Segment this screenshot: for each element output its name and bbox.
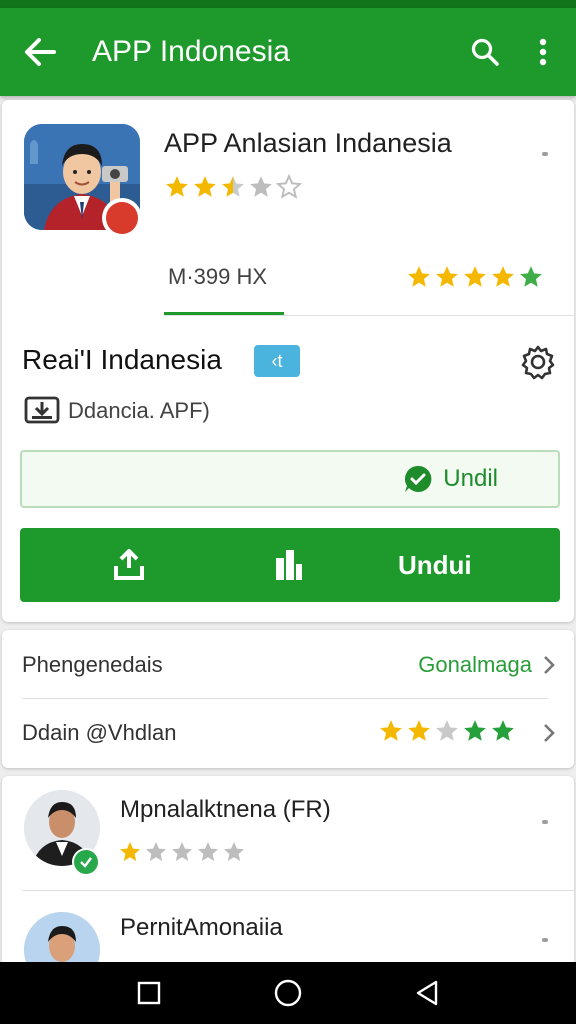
whatsapp-icon (405, 465, 432, 492)
search-button[interactable] (456, 8, 514, 96)
chevron-right-icon (544, 724, 555, 742)
app-card: APP Anlasian Indanesia M·399 HX ReaiʹI I… (2, 100, 574, 622)
chart-icon (276, 550, 302, 580)
star-icon (380, 720, 402, 741)
expand-indicator[interactable] (542, 820, 548, 824)
app-bar: APP Indonesia (0, 8, 576, 96)
download-box-icon (24, 396, 60, 429)
star-icon (464, 266, 486, 287)
star-icon (166, 176, 188, 197)
install-outline-label: Undil (443, 465, 498, 492)
info-row-developer[interactable]: Phengenedais Gonalmaga (2, 632, 574, 698)
version-rating-stars (406, 264, 544, 290)
square-recents-icon (138, 981, 161, 1005)
settings-button[interactable] (520, 344, 556, 385)
star-icon (492, 720, 514, 741)
star-icon (436, 266, 458, 287)
divider (22, 698, 548, 699)
status-bar (0, 0, 576, 8)
star-icon (194, 176, 216, 197)
expand-indicator[interactable] (542, 938, 548, 942)
home-button[interactable] (258, 968, 318, 1018)
settings-gear-icon (521, 345, 555, 380)
star-icon (464, 720, 486, 741)
star-icon (222, 176, 244, 197)
system-nav-bar (0, 962, 576, 1024)
info-row-rating[interactable]: Ddain @Vhdlan (2, 700, 574, 766)
app-rating-stars (164, 174, 302, 200)
row-rating-stars (378, 718, 516, 744)
reviewer-name: Mpnalalktnena (FR) (120, 796, 331, 823)
divider (164, 315, 574, 316)
star-icon (408, 266, 430, 287)
expand-indicator[interactable] (542, 152, 548, 156)
page-title: APP Indonesia (92, 35, 290, 68)
star-icon (520, 266, 542, 287)
star-icon (436, 720, 458, 741)
more-vert-icon (539, 38, 547, 66)
star-icon (120, 842, 140, 861)
nav-back-button[interactable] (397, 968, 457, 1018)
more-options-button[interactable] (514, 8, 572, 96)
row-label: Ddain @Vhdlan (22, 720, 177, 745)
star-icon (146, 842, 166, 861)
download-button[interactable]: Undui (20, 528, 560, 602)
star-icon (224, 842, 244, 861)
chevron-right-icon (544, 656, 555, 674)
star-icon (250, 176, 272, 197)
circle-home-icon (274, 979, 302, 1007)
size-label: Ddancia. APF) (68, 398, 210, 423)
star-icon (172, 842, 192, 861)
back-arrow-icon (25, 38, 56, 66)
row-value: Gonalmaga (418, 652, 532, 677)
avatar (24, 912, 100, 966)
star-icon (492, 266, 514, 287)
search-icon (471, 38, 499, 66)
reviewer-name: PernitAmonaiia (120, 914, 283, 941)
star-icon (198, 842, 218, 861)
star-icon (277, 175, 301, 198)
back-button[interactable] (0, 8, 80, 96)
triangle-back-icon (416, 980, 437, 1006)
verified-badge (72, 848, 100, 876)
section-pill: ‹t (254, 345, 300, 377)
section-title: ReaiʹI Indanesia (22, 344, 222, 375)
app-name: APP Anlasian Indanesia (164, 128, 452, 158)
row-label: Phengenedais (22, 652, 163, 677)
upload-icon (114, 549, 144, 580)
app-status-badge (102, 198, 142, 238)
divider (22, 890, 574, 891)
version-label: M·399 HX (168, 264, 268, 289)
recents-button[interactable] (119, 968, 179, 1018)
star-icon (408, 720, 430, 741)
info-card: Phengenedais Gonalmaga Ddain @Vhdlan (2, 630, 574, 768)
install-outline-button[interactable]: Undil (20, 450, 560, 508)
download-label: Undui (398, 550, 472, 580)
reviews-card: Mpnalalktnena (FR) PernitAmonaiia (2, 776, 574, 966)
reviewer-rating-stars (118, 840, 246, 864)
